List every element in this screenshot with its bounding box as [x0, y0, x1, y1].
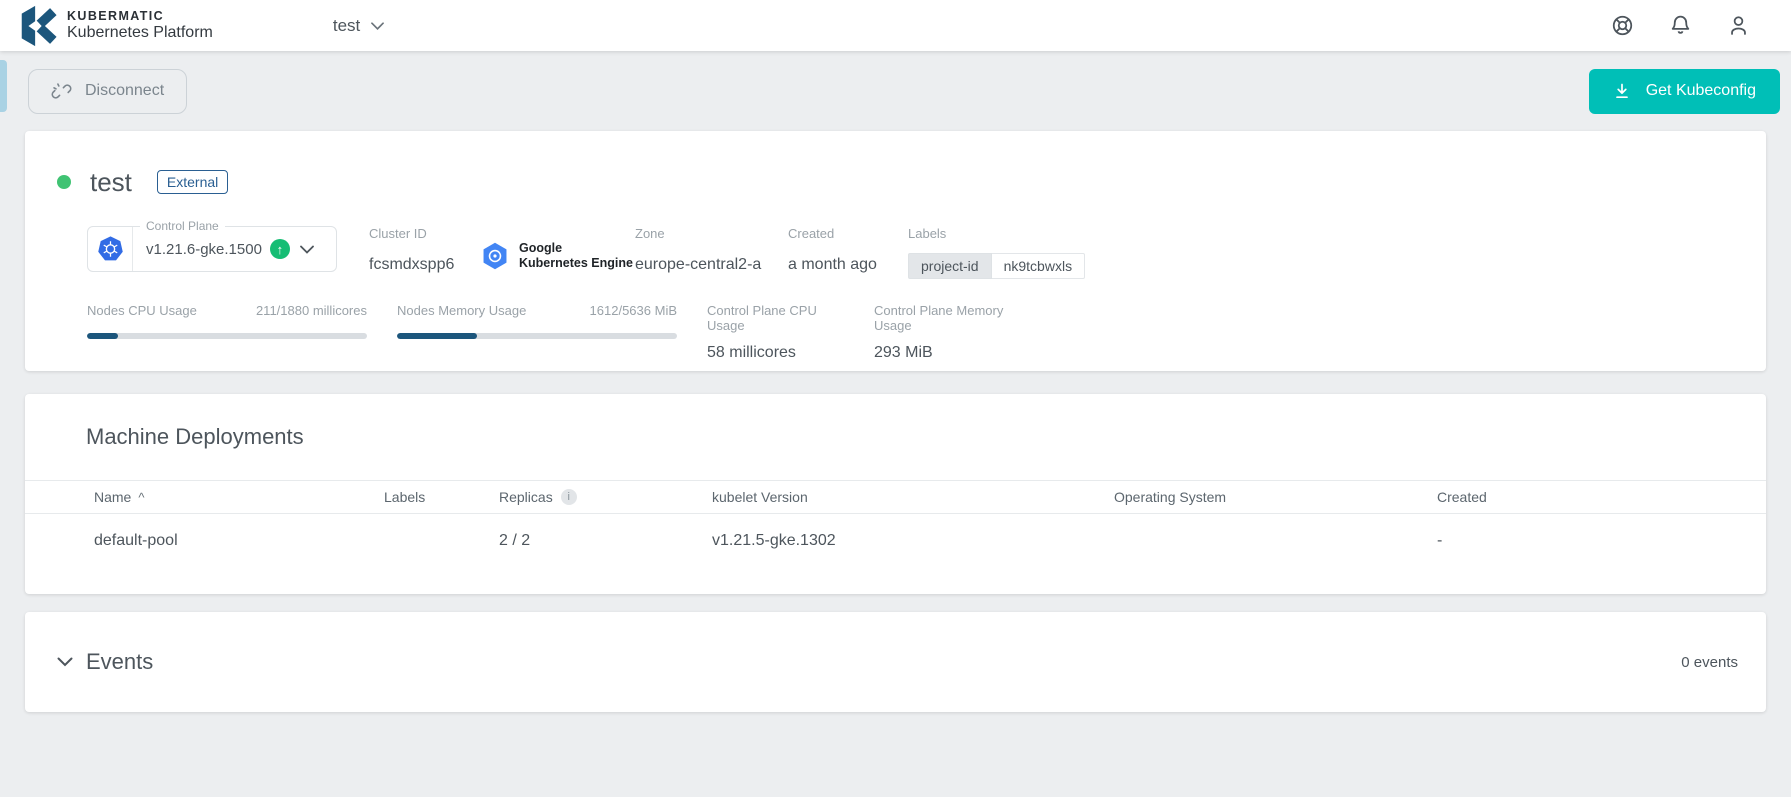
control-plane-cpu-usage: Control Plane CPU Usage 58 millicores [707, 303, 854, 362]
provider-field: Google Kubernetes Engine [480, 240, 635, 272]
column-header-created: Created [1437, 489, 1766, 505]
user-account-icon[interactable] [1726, 13, 1751, 38]
nodes-cpu-usage-value: 211/1880 millicores [256, 303, 367, 318]
cluster-summary-card: test External Control Plane [25, 131, 1766, 371]
kubernetes-icon [88, 227, 133, 271]
disconnect-button[interactable]: Disconnect [28, 69, 187, 114]
download-icon [1613, 82, 1631, 100]
project-selector[interactable]: test [333, 16, 384, 36]
side-accent-strip [0, 60, 7, 112]
label-chip-value: nk9tcbwxls [992, 253, 1085, 279]
nodes-memory-usage: Nodes Memory Usage 1612/5636 MiB [397, 303, 677, 339]
control-plane-version-select[interactable]: Control Plane v1.21.6-gke.1500 ↑ [87, 226, 337, 272]
zone-label: Zone [635, 226, 788, 241]
sort-ascending-icon: ^ [138, 490, 144, 505]
chevron-down-icon[interactable] [57, 657, 73, 667]
cluster-id-field: Cluster ID fcsmdxspp6 [369, 226, 480, 274]
disconnect-button-label: Disconnect [85, 82, 164, 100]
column-header-kubelet-version: kubelet Version [712, 489, 1114, 505]
nodes-cpu-usage: Nodes CPU Usage 211/1880 millicores [87, 303, 367, 339]
nodes-memory-progress-fill [397, 333, 477, 339]
app-header: KUBERMATIC Kubernetes Platform test [0, 0, 1791, 51]
machine-deployment-row[interactable]: default-pool 2 / 2 v1.21.5-gke.1302 - [25, 514, 1766, 568]
brand-name: KUBERMATIC [67, 9, 213, 23]
created-field: Created a month ago [788, 226, 908, 274]
events-panel[interactable]: Events 0 events [25, 612, 1766, 712]
label-chip-key: project-id [908, 253, 992, 279]
cluster-id-label: Cluster ID [369, 226, 480, 241]
control-plane-label: Control Plane [140, 219, 225, 233]
control-plane-version-value: v1.21.6-gke.1500 [146, 241, 262, 258]
gke-provider-icon [480, 240, 510, 272]
events-count-badge: 0 events [1681, 654, 1738, 671]
cluster-name: test [90, 167, 132, 198]
table-header-row: Name ^ Labels Replicas i kubelet Version… [25, 480, 1766, 514]
column-header-operating-system: Operating System [1114, 489, 1437, 505]
cp-cpu-usage-value: 58 millicores [707, 344, 854, 362]
help-icon[interactable] [1610, 13, 1635, 38]
nodes-cpu-progress-bar [87, 333, 367, 339]
cp-cpu-usage-label: Control Plane CPU Usage [707, 303, 854, 333]
created-value: a month ago [788, 256, 908, 274]
brand-subtitle: Kubernetes Platform [67, 24, 213, 42]
control-plane-memory-usage: Control Plane Memory Usage 293 MiB [874, 303, 1021, 362]
nodes-memory-progress-bar [397, 333, 677, 339]
chevron-down-icon [371, 22, 384, 30]
created-label: Created [788, 226, 908, 241]
labels-label: Labels [908, 226, 1085, 241]
machine-deployments-table: Name ^ Labels Replicas i kubelet Version… [25, 480, 1766, 568]
zone-field: Zone europe-central2-a [635, 226, 788, 274]
replicas-info-icon[interactable]: i [561, 489, 577, 505]
brand-text: KUBERMATIC Kubernetes Platform [67, 9, 213, 42]
nodes-cpu-progress-fill [87, 333, 118, 339]
labels-field: Labels project-id nk9tcbwxls [908, 226, 1085, 279]
nodes-memory-usage-value: 1612/5636 MiB [590, 303, 677, 318]
link-off-icon [51, 81, 72, 102]
column-header-replicas: Replicas i [499, 489, 712, 505]
cp-memory-usage-label: Control Plane Memory Usage [874, 303, 1021, 333]
zone-value: europe-central2-a [635, 256, 788, 274]
get-kubeconfig-button-label: Get Kubeconfig [1646, 82, 1756, 100]
md-created-cell: - [1437, 532, 1766, 550]
upgrade-available-icon[interactable]: ↑ [270, 239, 290, 259]
get-kubeconfig-button[interactable]: Get Kubeconfig [1589, 69, 1780, 114]
machine-deployments-card: Machine Deployments Name ^ Labels Replic… [25, 394, 1766, 594]
nodes-cpu-usage-label: Nodes CPU Usage [87, 303, 197, 318]
cluster-id-value: fcsmdxspp6 [369, 256, 480, 274]
project-selector-label: test [333, 16, 360, 36]
md-kubelet-version-cell: v1.21.5-gke.1302 [712, 532, 1114, 550]
chevron-down-icon [300, 245, 314, 254]
kubermatic-logo-icon [18, 4, 58, 48]
md-replicas-cell: 2 / 2 [499, 532, 712, 550]
provider-name: Google Kubernetes Engine [519, 241, 633, 272]
column-header-name[interactable]: Name ^ [94, 489, 384, 505]
cluster-health-status-dot [57, 175, 71, 189]
events-title: Events [86, 649, 153, 675]
cp-memory-usage-value: 293 MiB [874, 344, 1021, 362]
external-cluster-badge: External [157, 170, 228, 195]
machine-deployments-title: Machine Deployments [86, 424, 1766, 450]
md-name-cell: default-pool [94, 532, 384, 550]
notifications-bell-icon[interactable] [1668, 13, 1693, 38]
nodes-memory-usage-label: Nodes Memory Usage [397, 303, 526, 318]
cluster-toolbar: Disconnect Get Kubeconfig [0, 51, 1791, 131]
column-header-labels: Labels [384, 489, 499, 505]
